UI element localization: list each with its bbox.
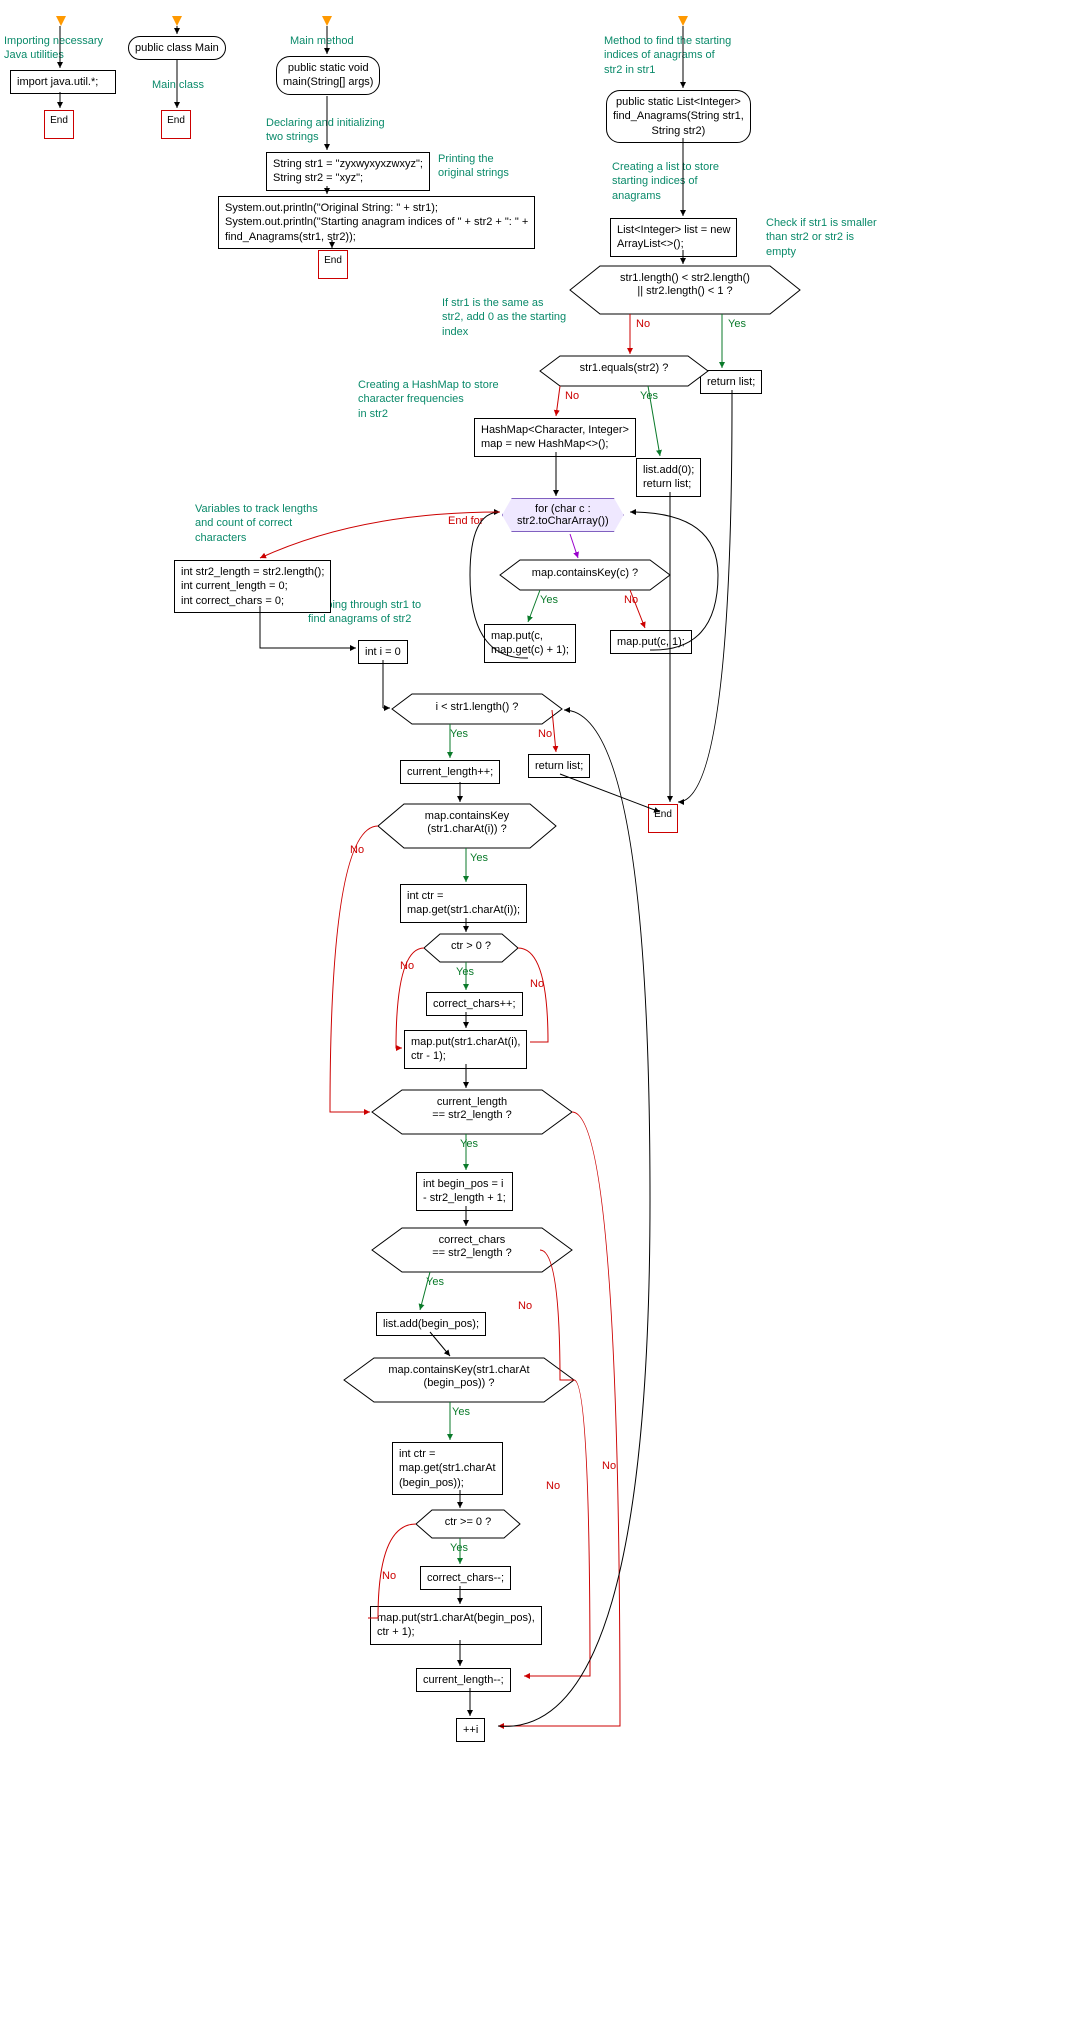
edge-label-endfor: End for bbox=[448, 515, 483, 527]
edge-label-yes: Yes bbox=[426, 1276, 444, 1288]
edge-label-yes: Yes bbox=[460, 1138, 478, 1150]
end-prints: End bbox=[318, 250, 348, 279]
annotation-decl-strings: Declaring and initializing two strings bbox=[266, 116, 385, 145]
end-method: End bbox=[648, 804, 678, 833]
entry-arrow-icon bbox=[322, 16, 332, 26]
edge-label-no: No bbox=[382, 1570, 396, 1582]
node-put-c-plus1: map.put(c, map.get(c) + 1); bbox=[484, 624, 576, 663]
node-list-decl: List<Integer> list = new ArrayList<>(); bbox=[610, 218, 737, 257]
edge-label-no: No bbox=[400, 960, 414, 972]
decision-contains-c-text: map.containsKey(c) ? bbox=[520, 567, 650, 580]
edge-label-no: No bbox=[518, 1300, 532, 1312]
node-correct-chars-pp: correct_chars++; bbox=[426, 992, 523, 1016]
node-put-plus1: map.put(str1.charAt(begin_pos), ctr + 1)… bbox=[370, 1606, 542, 1645]
edge-label-no: No bbox=[530, 978, 544, 990]
decision-ctr-gt0-text: ctr > 0 ? bbox=[438, 940, 504, 953]
node-method: public static List<Integer> find_Anagram… bbox=[606, 90, 751, 143]
node-put-c-1: map.put(c, 1); bbox=[610, 630, 692, 654]
node-return-list-1: return list; bbox=[700, 370, 762, 394]
annotation-hashmap: Creating a HashMap to store character fr… bbox=[358, 378, 499, 421]
annotation-import: Importing necessary Java utilities bbox=[4, 34, 103, 63]
end-import: End bbox=[44, 110, 74, 139]
decision-contains-begin-text: map.containsKey(str1.charAt (begin_pos))… bbox=[370, 1364, 548, 1390]
node-correct-chars-mm: correct_chars--; bbox=[420, 1566, 511, 1590]
node-begin-pos: int begin_pos = i - str2_length + 1; bbox=[416, 1172, 513, 1211]
decision-ctr-ge0-text: ctr >= 0 ? bbox=[430, 1516, 506, 1529]
node-hashmap: HashMap<Character, Integer> map = new Ha… bbox=[474, 418, 636, 457]
edge-label-no: No bbox=[538, 728, 552, 740]
end-mainclass: End bbox=[161, 110, 191, 139]
annotation-equals: If str1 is the same as str2, add 0 as th… bbox=[442, 296, 566, 339]
edge-label-yes: Yes bbox=[640, 390, 658, 402]
node-put-minus1: map.put(str1.charAt(i), ctr - 1); bbox=[404, 1030, 527, 1069]
loop-for-char: for (char c : str2.toCharArray()) bbox=[502, 498, 624, 532]
node-main-class: public class Main bbox=[128, 36, 226, 60]
annotation-mainclass: Main class bbox=[152, 78, 204, 92]
node-main-method: public static void main(String[] args) bbox=[276, 56, 380, 95]
edge-label-yes: Yes bbox=[450, 1542, 468, 1554]
edge-label-yes: Yes bbox=[452, 1406, 470, 1418]
edge-label-no: No bbox=[602, 1460, 616, 1472]
entry-arrow-icon bbox=[172, 16, 182, 26]
node-string-decl: String str1 = "zyxwyxyxzwxyz"; String st… bbox=[266, 152, 430, 191]
decision-length-check-text: str1.length() < str2.length() || str2.le… bbox=[590, 272, 780, 298]
node-current-length-mm: current_length--; bbox=[416, 1668, 511, 1692]
decision-equals-text: str1.equals(str2) ? bbox=[558, 362, 690, 375]
node-add0: list.add(0); return list; bbox=[636, 458, 701, 497]
decision-contains-i-text: map.containsKey (str1.charAt(i)) ? bbox=[398, 810, 536, 836]
edge-label-no: No bbox=[624, 594, 638, 606]
annotation-mainmethod: Main method bbox=[290, 34, 354, 48]
entry-arrow-icon bbox=[56, 16, 66, 26]
node-prints: System.out.println("Original String: " +… bbox=[218, 196, 535, 249]
edge-label-yes: Yes bbox=[728, 318, 746, 330]
edge-label-yes: Yes bbox=[450, 728, 468, 740]
decision-i-lt-len-text: i < str1.length() ? bbox=[412, 701, 542, 714]
annotation-list: Creating a list to store starting indice… bbox=[612, 160, 719, 203]
edge-label-yes: Yes bbox=[540, 594, 558, 606]
annotation-print-strings: Printing the original strings bbox=[438, 152, 509, 181]
node-current-length-pp: current_length++; bbox=[400, 760, 500, 784]
node-inc-i: ++i bbox=[456, 1718, 485, 1742]
edge-label-yes: Yes bbox=[456, 966, 474, 978]
node-list-add-begin: list.add(begin_pos); bbox=[376, 1312, 486, 1336]
edge-label-no: No bbox=[546, 1480, 560, 1492]
node-import: import java.util.*; bbox=[10, 70, 116, 94]
node-vars: int str2_length = str2.length(); int cur… bbox=[174, 560, 331, 613]
node-ctr-get: int ctr = map.get(str1.charAt(i)); bbox=[400, 884, 527, 923]
node-ctr-get-begin: int ctr = map.get(str1.charAt (begin_pos… bbox=[392, 1442, 503, 1495]
edge-label-no: No bbox=[350, 844, 364, 856]
node-i0: int i = 0 bbox=[358, 640, 408, 664]
edge-label-yes: Yes bbox=[470, 852, 488, 864]
decision-curlen-eq-text: current_length == str2_length ? bbox=[402, 1096, 542, 1122]
annotation-vars: Variables to track lengths and count of … bbox=[195, 502, 318, 545]
edge-label-no: No bbox=[636, 318, 650, 330]
edge-label-no: No bbox=[565, 390, 579, 402]
entry-arrow-icon bbox=[678, 16, 688, 26]
decision-correct-eq-text: correct_chars == str2_length ? bbox=[402, 1234, 542, 1260]
annotation-method: Method to find the starting indices of a… bbox=[604, 34, 731, 77]
node-return-list-2: return list; bbox=[528, 754, 590, 778]
annotation-check-len: Check if str1 is smaller than str2 or st… bbox=[766, 216, 877, 259]
